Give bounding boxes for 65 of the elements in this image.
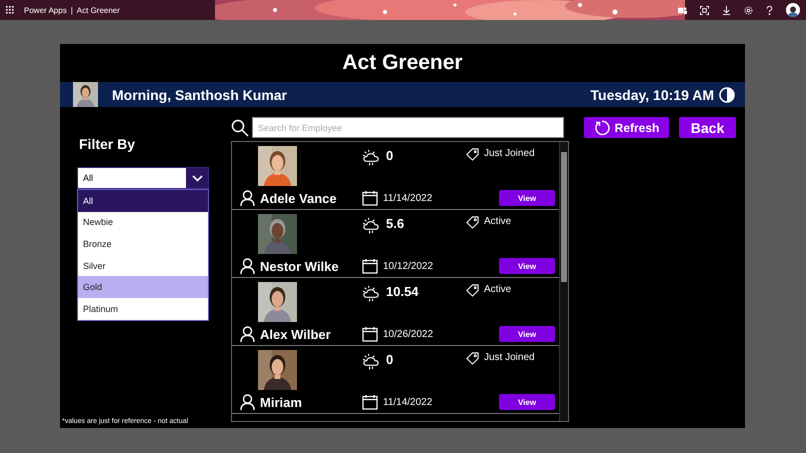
person-icon (240, 258, 255, 274)
view-button[interactable]: View (499, 394, 555, 410)
app-name: Power Apps (24, 6, 67, 14)
cloud-sun-rain-icon (362, 148, 381, 167)
join-date: 11/14/2022 (383, 192, 432, 204)
employee-name: Adele Vance (260, 190, 337, 206)
app-launcher-icon[interactable] (6, 6, 14, 14)
download-icon[interactable] (722, 6, 731, 14)
status-label: Just Joined (484, 352, 535, 363)
cloud-sun-rain-icon (362, 216, 381, 235)
score-value: 0 (386, 148, 394, 163)
app-title: Act Greener (76, 6, 120, 14)
filter-label: Filter By (79, 136, 136, 152)
calendar-icon (362, 190, 378, 206)
tag-icon (466, 148, 479, 161)
employee-name: Nestor Wilke (260, 258, 339, 274)
score-value: 10.54 (386, 284, 419, 299)
tag-icon (466, 284, 479, 297)
status-label: Active (484, 284, 512, 295)
scrollbar[interactable] (559, 142, 568, 421)
help-icon[interactable] (766, 6, 773, 14)
dropdown-option[interactable]: Gold (78, 276, 208, 298)
tag-icon (466, 216, 479, 229)
status-label: Active (484, 216, 512, 227)
calendar-icon (362, 326, 378, 342)
person-icon (240, 326, 255, 342)
person-icon (240, 190, 255, 206)
refresh-button[interactable]: Refresh (584, 117, 669, 138)
score-value: 0 (386, 352, 394, 367)
score-value: 5.6 (386, 216, 404, 231)
date-time: Tuesday, 10:19 AM (590, 86, 714, 102)
refresh-icon (594, 120, 610, 136)
employee-name: Alex Wilber (260, 326, 331, 342)
chevron-down-icon (192, 174, 202, 182)
cloud-sun-rain-icon (362, 284, 381, 303)
join-date: 10/12/2022 (383, 260, 434, 272)
employee-name: Miriam (260, 394, 302, 410)
dropdown-option[interactable]: Bronze (78, 233, 208, 255)
view-button[interactable]: View (499, 258, 555, 274)
cloud-sun-rain-icon (362, 352, 381, 371)
filter-dropdown[interactable]: All (77, 167, 209, 189)
person-icon (240, 394, 255, 410)
dropdown-option[interactable]: Platinum (78, 298, 208, 320)
tag-icon (466, 352, 479, 365)
join-date: 10/26/2022 (383, 328, 434, 340)
user-avatar[interactable] (786, 3, 800, 17)
search-icon (231, 118, 249, 136)
calendar-icon (362, 394, 378, 410)
dropdown-option[interactable]: Newbie (78, 212, 208, 234)
calendar-icon (362, 258, 378, 274)
view-button[interactable]: View (499, 326, 555, 342)
join-date: 11/14/2022 (383, 396, 432, 408)
back-button[interactable]: Back (679, 117, 736, 138)
status-label: Just Joined (484, 148, 535, 159)
view-button[interactable]: View (499, 190, 555, 206)
search-field[interactable]: Search for Employee (252, 117, 564, 138)
app-heading: Act Greener (341, 50, 464, 76)
fit-screen-icon[interactable] (700, 6, 709, 14)
settings-icon[interactable] (744, 6, 753, 14)
separator: | (70, 6, 73, 14)
theme-toggle-icon[interactable] (719, 86, 735, 102)
greeting: Morning, Santhosh Kumar (112, 86, 287, 102)
dropdown-option[interactable]: Silver (78, 254, 208, 276)
dropdown-option[interactable]: All (78, 190, 208, 212)
chat-icon[interactable] (678, 6, 687, 14)
